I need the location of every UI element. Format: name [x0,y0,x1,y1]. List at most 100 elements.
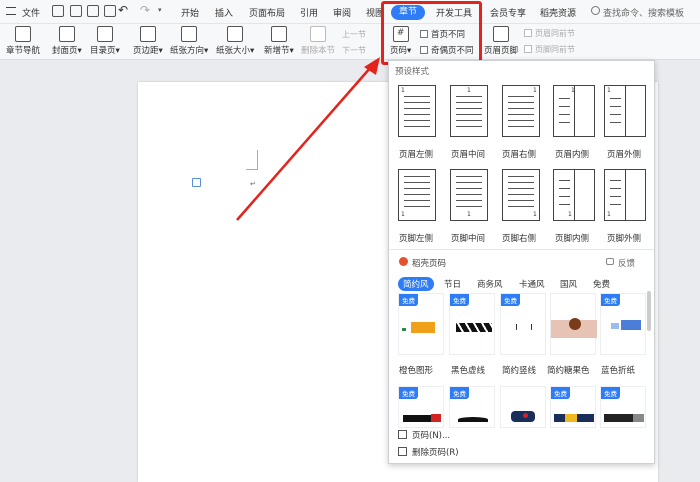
tab-member[interactable]: 会员专享 [490,6,526,19]
card-label-simple-line: 简约竖线 [502,366,537,376]
save-icon[interactable] [52,5,64,17]
footer-center-thumb[interactable]: 1 [450,169,488,221]
template-card-simple-line[interactable]: 免费 [500,293,546,355]
delete-section-icon [310,26,326,42]
orientation-icon [181,26,198,42]
template-card-row2-4[interactable]: 免费 [550,386,596,428]
paper-size-button[interactable]: 纸张大小▾ [216,26,254,56]
header-footer-button[interactable]: 页眉页脚 [484,26,518,56]
orientation-label: 纸张方向 [170,46,205,56]
feedback-link[interactable]: 反馈 [618,257,635,269]
template-card-black-dash[interactable]: 免费 [449,293,495,355]
tab-free[interactable]: 免费 [593,278,610,290]
margins-label: 页边距 [133,46,159,56]
prev-section-button[interactable]: 上一节 [342,29,366,40]
preset-styles-title: 预设样式 [395,67,430,77]
cover-page-button[interactable]: 封面页▾ [52,26,82,56]
same-as-prev-header-checkbox[interactable]: 页眉同前节 [524,28,575,39]
footer-inner-label: 页脚内侧 [555,234,590,244]
orientation-button[interactable]: 纸张方向▾ [170,26,208,56]
header-center-thumb[interactable]: 1 [450,85,488,137]
checkbox-icon [524,45,532,53]
paste-options-icon[interactable] [192,178,201,187]
annotation-arrow [236,57,380,221]
redo-icon[interactable]: ↷ [140,3,150,17]
header-footer-label: 页眉页脚 [484,46,519,56]
panel-scrollbar[interactable] [647,291,651,331]
page-number-settings-item[interactable]: 页码(N)... [412,429,450,441]
chapter-nav-button[interactable]: 章节导航 [6,26,40,56]
card-label-candy: 简约糖果色 [547,366,590,376]
header-inner-label: 页眉内侧 [555,150,590,160]
footer-center-label: 页脚中间 [451,234,486,244]
tab-docer[interactable]: 稻壳资源 [540,6,576,19]
template-card-candy[interactable] [550,293,597,355]
footer-left-label: 页脚左侧 [399,234,434,244]
feedback-icon[interactable] [606,258,614,265]
tab-cartoon[interactable]: 卡通风 [519,278,545,290]
undo-icon[interactable]: ↶ [118,3,128,17]
header-outer-thumb[interactable]: 1 [604,85,646,137]
tab-references[interactable]: 引用 [300,6,318,19]
template-card-orange[interactable]: 免费 [398,293,444,355]
header-right-label: 页眉右侧 [502,150,537,160]
export-icon[interactable] [70,5,82,17]
search-icon[interactable] [591,6,600,15]
delete-section-button[interactable]: 删除本节 [301,26,335,56]
template-card-row2-2[interactable]: 免费 [449,386,495,428]
chevron-down-icon[interactable]: ▾ [158,6,162,14]
template-card-row2-1[interactable]: 免费 [398,386,444,428]
tab-page-layout[interactable]: 页面布局 [249,6,285,19]
paper-size-icon [227,26,244,42]
tab-simple-style[interactable]: 简约风 [398,277,434,291]
tab-review[interactable]: 审阅 [333,6,351,19]
footer-outer-thumb[interactable]: 1 [604,169,646,221]
panel-divider [389,249,654,250]
page-number-settings-icon [398,430,407,439]
chapter-nav-icon [15,26,31,42]
search-input[interactable]: 查找命令、搜索模板 [603,6,684,19]
same-as-prev-footer-label: 页脚同前节 [535,45,575,54]
header-left-label: 页眉左侧 [399,150,434,160]
template-card-row2-3[interactable] [500,386,546,428]
header-inner-thumb[interactable]: 1 [553,85,595,137]
header-center-label: 页眉中间 [451,150,486,160]
header-footer-icon [493,26,509,42]
print-preview-icon[interactable] [104,5,116,17]
tab-insert[interactable]: 插入 [215,6,233,19]
same-as-prev-header-label: 页眉同前节 [535,29,575,38]
margins-button[interactable]: 页边距▾ [133,26,163,56]
same-as-prev-footer-checkbox[interactable]: 页脚同前节 [524,44,575,55]
header-right-thumb[interactable]: 1 [502,85,540,137]
tab-festival[interactable]: 节日 [444,278,461,290]
tab-business[interactable]: 商务风 [477,278,503,290]
toc-label: 目录页 [90,46,116,56]
docer-logo-icon [399,257,408,266]
file-menu[interactable]: 文件 [22,6,40,19]
docer-page-number-title: 稻壳页码 [412,259,447,269]
template-card-blue-origami[interactable]: 免费 [600,293,646,355]
highlight-box [381,1,482,65]
page-number-dropdown: 预设样式 1 1 1 1 1 页眉左侧 页眉中间 页眉右侧 页眉内侧 页眉外侧 … [388,60,655,464]
template-card-row2-5[interactable]: 免费 [600,386,646,428]
margins-icon [139,26,156,42]
menu-bar: 文件 ↶ ↷ ▾ 开始 插入 页面布局 引用 审阅 视图 章节 开发工具 会员专… [0,0,700,24]
footer-right-thumb[interactable]: 1 [502,169,540,221]
footer-outer-label: 页脚外侧 [607,234,642,244]
tab-home[interactable]: 开始 [181,6,199,19]
header-outer-label: 页眉外侧 [607,150,642,160]
remove-page-number-item[interactable]: 删除页码(R) [412,446,459,458]
footer-left-thumb[interactable]: 1 [398,169,436,221]
card-label-black-dash: 黑色虚线 [451,366,486,376]
hamburger-icon[interactable] [6,7,16,15]
header-left-thumb[interactable]: 1 [398,85,436,137]
toc-page-button[interactable]: 目录页▾ [90,26,120,56]
new-section-icon [270,26,287,42]
remove-page-number-icon [398,447,407,456]
print-icon[interactable] [87,5,99,17]
footer-right-label: 页脚右侧 [502,234,537,244]
tab-chinese-style[interactable]: 国风 [560,278,577,290]
checkbox-icon [524,29,532,37]
new-section-button[interactable]: 新增节▾ [264,26,294,56]
footer-inner-thumb[interactable]: 1 [553,169,595,221]
